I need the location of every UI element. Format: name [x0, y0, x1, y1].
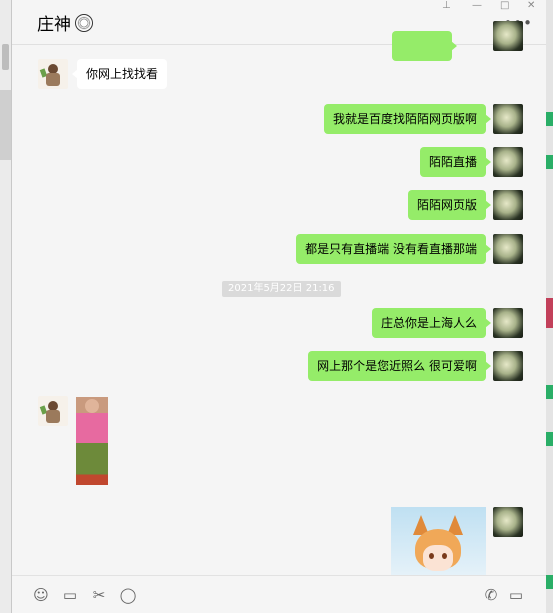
pin-icon[interactable]: ⊥: [442, 0, 451, 11]
message-bubble-sent[interactable]: 庄总你是上海人么: [371, 308, 492, 338]
my-avatar[interactable]: [493, 308, 523, 338]
message-list[interactable]: 你网上找找看 我就是百度找陌陌网页版啊 陌陌直播 陌陌网页版 都是只有直播端 没…: [12, 21, 547, 577]
message-bubble-sent[interactable]: 网上那个是您近照么 很可爱啊: [308, 351, 491, 381]
message-bubble-sent[interactable]: 陌陌网页版: [407, 190, 492, 220]
scissors-icon[interactable]: ✂: [90, 586, 108, 604]
contact-avatar[interactable]: [38, 59, 68, 89]
input-toolbar: ☺ ▭ ✂ ◯ ✆ ▭: [12, 575, 547, 613]
my-avatar[interactable]: [493, 104, 523, 134]
left-background-strip: [0, 0, 11, 613]
chat-window: 庄神 ⊥ — □ ✕ ••• 你网上找找看 我就是百度找陌陌网页版啊 陌陌直播 …: [11, 0, 547, 613]
my-avatar[interactable]: [493, 21, 523, 51]
chat-header: 庄神 ⊥ — □ ✕ •••: [12, 0, 547, 45]
my-avatar[interactable]: [493, 507, 523, 537]
message-bubble-sent[interactable]: 陌陌直播: [419, 147, 492, 177]
my-avatar[interactable]: [493, 234, 523, 264]
photo-of-child[interactable]: [76, 397, 108, 485]
background-window-edge: [546, 0, 553, 613]
maximize-icon[interactable]: □: [500, 0, 509, 11]
contact-avatar[interactable]: [38, 396, 68, 426]
chat-title-text: 庄神: [37, 15, 71, 35]
message-bubble-sent[interactable]: 都是只有直播端 没有看直播那端: [296, 234, 491, 264]
message-bubble-received[interactable]: 你网上找找看: [71, 59, 168, 89]
emoji-icon[interactable]: ☺: [32, 586, 50, 604]
my-avatar[interactable]: [493, 351, 523, 381]
minimize-icon[interactable]: —: [472, 0, 482, 11]
my-avatar[interactable]: [493, 190, 523, 220]
fox-girl-sticker[interactable]: [391, 507, 486, 577]
message-bubble-sent[interactable]: 我就是百度找陌陌网页版啊: [323, 104, 492, 134]
previous-message-bubble[interactable]: [392, 31, 457, 61]
close-icon[interactable]: ✕: [527, 0, 535, 11]
title-emoji-icon: [75, 13, 93, 32]
left-scrollbar-thumb[interactable]: [2, 44, 9, 70]
left-panel-edge: [0, 90, 11, 160]
phone-icon[interactable]: ✆: [482, 586, 500, 604]
my-avatar[interactable]: [493, 147, 523, 177]
folder-icon[interactable]: ▭: [61, 586, 79, 604]
chat-title: 庄神: [37, 10, 93, 35]
video-icon[interactable]: ▭: [507, 586, 525, 604]
chat-bubble-icon[interactable]: ◯: [119, 586, 137, 604]
message-timestamp: 2021年5月22日 21:16: [222, 281, 341, 297]
